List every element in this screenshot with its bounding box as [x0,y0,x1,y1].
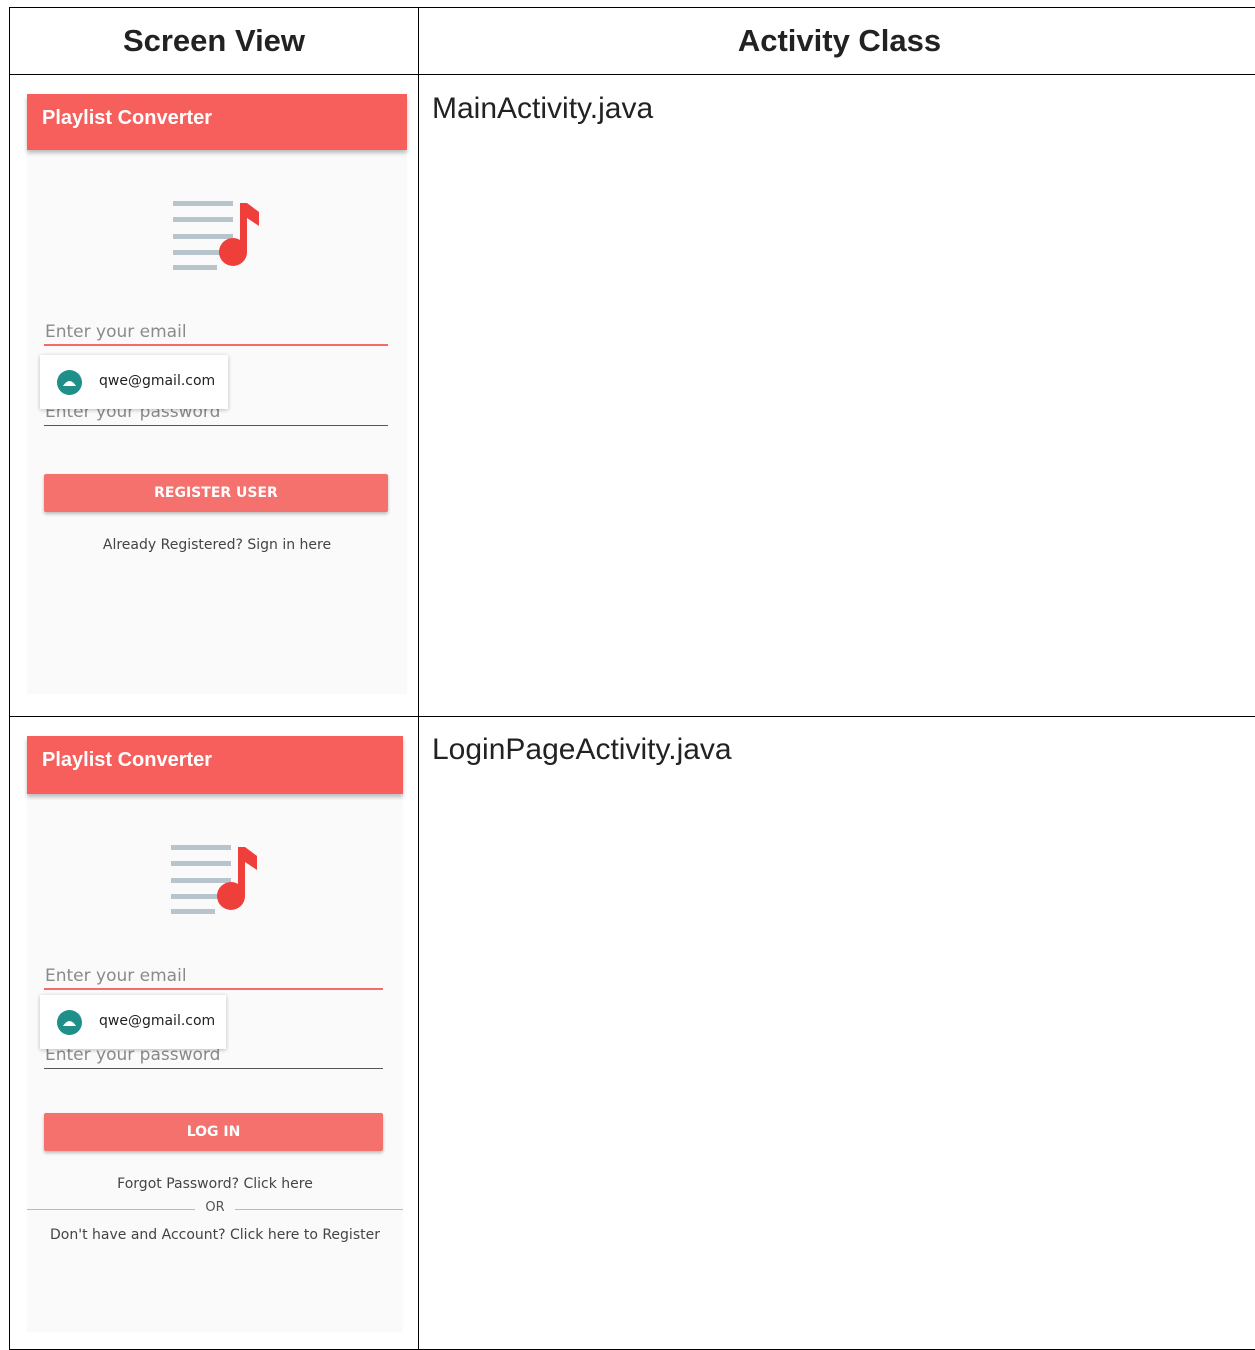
email-underline [44,988,383,990]
login-screen: Playlist Converter Enter your email [27,736,403,1332]
forgot-password-link[interactable]: Forgot Password? Click here [27,1176,403,1192]
app-bar: Playlist Converter [27,94,407,150]
activity-class-cell: MainActivity.java [419,75,1255,717]
suggestion-email: qwe@gmail.com [99,373,215,389]
activity-class-name: LoginPageActivity.java [419,717,1255,767]
log-in-button[interactable]: LOG IN [44,1113,383,1151]
app-title: Playlist Converter [42,107,212,130]
autofill-suggestion[interactable]: qwe@gmail.com [40,355,228,409]
email-placeholder: Enter your email [45,322,187,342]
email-underline [44,344,388,346]
android-avatar-icon [57,1010,82,1035]
divider-line-right [235,1209,403,1210]
header-row: Screen View Activity Class [10,8,1255,75]
table-row: Playlist Converter Enter your email [10,75,1255,717]
sign-in-link[interactable]: Already Registered? Sign in here [27,537,407,553]
app-bar: Playlist Converter [27,736,403,794]
or-divider: OR [27,1200,403,1220]
suggestion-email: qwe@gmail.com [99,1013,215,1029]
playlist-music-icon [173,198,263,270]
register-screen: Playlist Converter Enter your email [27,94,407,694]
email-placeholder: Enter your email [45,966,187,986]
password-underline [44,1068,383,1069]
header-activity-class: Activity Class [419,8,1255,75]
playlist-music-icon [171,842,261,914]
activity-table: Screen View Activity Class Playlist Conv… [9,7,1255,1350]
password-underline [44,425,388,426]
register-link[interactable]: Don't have and Account? Click here to Re… [27,1227,403,1243]
app-title: Playlist Converter [42,749,212,772]
register-user-button[interactable]: REGISTER USER [44,474,388,512]
activity-class-cell: LoginPageActivity.java [419,717,1255,1350]
or-label: OR [27,1200,403,1215]
screen-view-cell: Playlist Converter Enter your email [10,717,419,1350]
header-screen-view: Screen View [10,8,419,75]
table-row: Playlist Converter Enter your email [10,717,1255,1350]
android-avatar-icon [57,370,82,395]
screen-view-cell: Playlist Converter Enter your email [10,75,419,717]
email-field[interactable]: Enter your email [44,962,383,990]
email-field[interactable]: Enter your email [44,318,388,346]
activity-class-name: MainActivity.java [419,75,1255,126]
autofill-suggestion[interactable]: qwe@gmail.com [40,995,226,1049]
